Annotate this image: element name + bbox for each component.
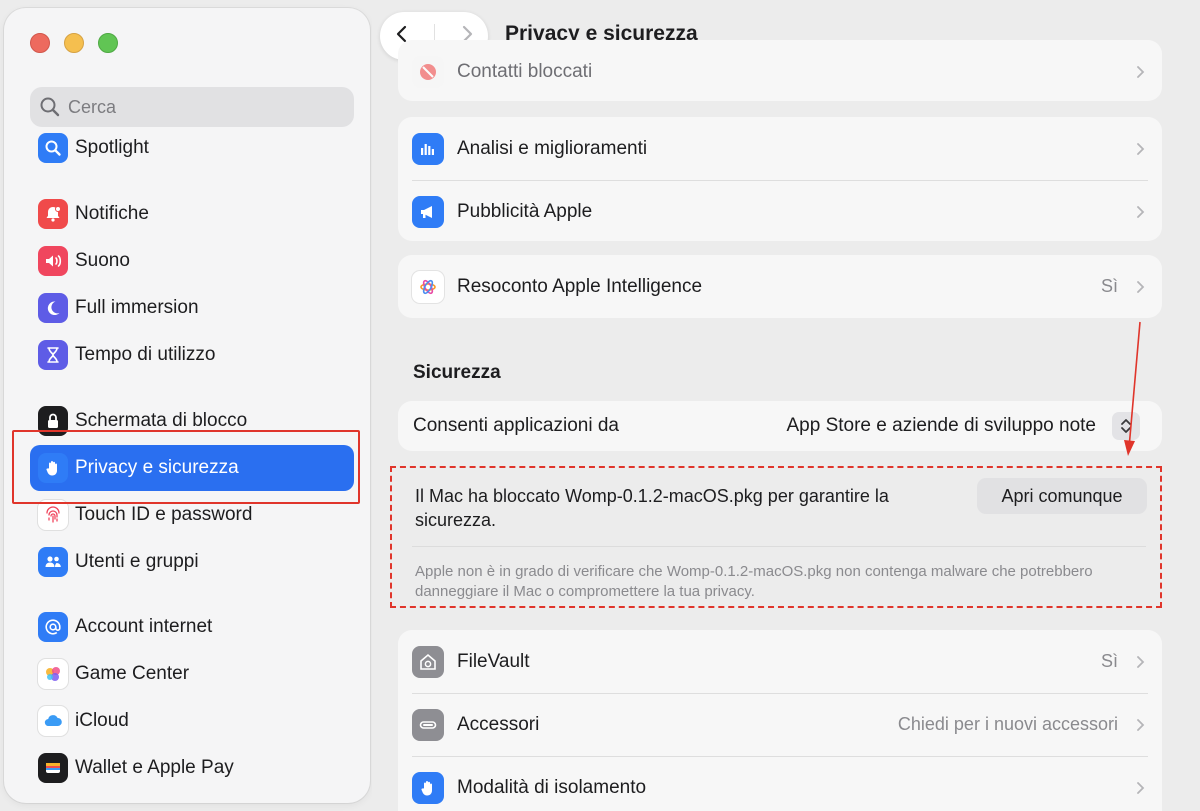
chevron-right-icon: [1137, 65, 1145, 78]
close-button[interactable]: [30, 33, 50, 53]
open-anyway-button[interactable]: Apri comunque: [977, 478, 1147, 514]
search-field[interactable]: [30, 87, 354, 127]
blocked-note: Apple non è in grado di verificare che W…: [415, 563, 1093, 600]
sidebar-item-label: Wallet e Apple Pay: [75, 757, 234, 778]
sidebar-item-screen-time[interactable]: Tempo di utilizzo: [30, 332, 354, 378]
game-center-icon: [38, 659, 68, 689]
blocked-message: Il Mac ha bloccato Womp-0.1.2-macOS.pkg …: [415, 486, 889, 530]
chevron-right-icon: [1137, 781, 1145, 794]
sidebar-item-label: Touch ID e password: [75, 504, 253, 525]
sidebar-item-label: Full immersion: [75, 297, 199, 318]
minimize-button[interactable]: [64, 33, 84, 53]
row-label: Analisi e miglioramenti: [457, 137, 648, 159]
users-icon: [38, 547, 68, 577]
bell-icon: [38, 199, 68, 229]
speaker-icon: [38, 246, 68, 276]
row-label: Contatti bloccati: [457, 60, 593, 82]
wallet-icon: [38, 753, 68, 783]
sidebar-item-label: Spotlight: [75, 137, 149, 158]
row-value: Sì: [1100, 276, 1118, 296]
chevron-right-icon: [1137, 655, 1145, 668]
row-blocked-contacts[interactable]: Contatti bloccati: [398, 40, 1162, 101]
sidebar-item-game-center[interactable]: Game Center: [30, 651, 354, 697]
search-icon: [40, 97, 60, 117]
sidebar-item-label: Suono: [75, 250, 130, 271]
sidebar-item-notifications[interactable]: Notifiche: [30, 191, 354, 237]
hourglass-icon: [38, 340, 68, 370]
sidebar-item-focus[interactable]: Full immersion: [30, 285, 354, 331]
filevault-icon: [412, 645, 444, 678]
allow-apps-select[interactable]: App Store e aziende di sviluppo note: [787, 415, 1097, 437]
row-apple-intelligence-report[interactable]: Resoconto Apple Intelligence Sì: [398, 255, 1162, 318]
allow-apps-label: Consenti applicazioni da: [413, 415, 619, 436]
blocked-icon: [412, 55, 444, 88]
megaphone-icon: [412, 195, 444, 228]
sidebar-item-label: Utenti e gruppi: [75, 551, 199, 572]
sidebar-item-label: iCloud: [75, 710, 129, 731]
allow-apps-from-row[interactable]: Consenti applicazioni da App Store e azi…: [398, 401, 1162, 451]
row-value: Sì: [1100, 651, 1118, 671]
sidebar-item-label: Game Center: [75, 663, 190, 684]
sidebar-item-internet-accounts[interactable]: Account internet: [30, 604, 354, 650]
settings-group: Contatti bloccati: [398, 40, 1162, 101]
row-lockdown-mode[interactable]: Modalità di isolamento: [398, 756, 1162, 811]
divider: [412, 546, 1146, 547]
sidebar-item-users-groups[interactable]: Utenti e gruppi: [30, 539, 354, 585]
sidebar-item-label: Tempo di utilizzo: [75, 344, 216, 365]
sidebar: Spotlight Notifiche Suono Full immersion: [4, 8, 370, 803]
row-label: Accessori: [457, 713, 540, 735]
zoom-button[interactable]: [98, 33, 118, 53]
row-analytics[interactable]: Analisi e miglioramenti: [398, 117, 1162, 180]
chevron-right-icon: [1137, 205, 1145, 218]
chevron-right-icon: [1137, 142, 1145, 155]
search-input[interactable]: [68, 96, 328, 118]
sidebar-item-wallet[interactable]: Wallet e Apple Pay: [30, 745, 354, 791]
row-filevault[interactable]: FileVault Sì: [398, 630, 1162, 693]
sidebar-item-spotlight[interactable]: Spotlight: [30, 125, 354, 171]
intelligence-icon: [412, 270, 444, 303]
spotlight-icon: [38, 133, 68, 163]
chevron-right-icon: [1137, 718, 1145, 731]
settings-group: Resoconto Apple Intelligence Sì: [398, 255, 1162, 318]
settings-group: Analisi e miglioramenti Pubblicità Apple: [398, 117, 1162, 241]
sidebar-item-label: Schermata di blocco: [75, 410, 248, 431]
hand-icon: [412, 771, 444, 804]
section-title-security: Sicurezza: [413, 362, 501, 383]
row-label: FileVault: [457, 650, 530, 672]
blocked-app-notice: Il Mac ha bloccato Womp-0.1.2-macOS.pkg …: [390, 466, 1162, 608]
row-label: Resoconto Apple Intelligence: [457, 275, 703, 297]
row-label: Modalità di isolamento: [457, 776, 647, 798]
chevron-right-icon: [1137, 280, 1145, 293]
row-label: Pubblicità Apple: [457, 200, 593, 222]
window-controls: [30, 33, 118, 53]
main-panel: Privacy e sicurezza Contatti bloccati An…: [372, 0, 1200, 811]
moon-icon: [38, 293, 68, 323]
row-accessories[interactable]: Accessori Chiedi per i nuovi accessori: [398, 693, 1162, 756]
annotation-arrow: [1124, 321, 1141, 456]
row-apple-ads[interactable]: Pubblicità Apple: [398, 180, 1162, 243]
cloud-icon: [38, 706, 68, 736]
fingerprint-icon: [38, 500, 68, 530]
annotation-highlight-box: [12, 430, 360, 504]
row-value: Chiedi per i nuovi accessori: [897, 714, 1118, 734]
at-icon: [38, 612, 68, 642]
settings-window: Spotlight Notifiche Suono Full immersion: [0, 0, 1200, 811]
sidebar-item-icloud[interactable]: iCloud: [30, 698, 354, 744]
sidebar-item-label: Notifiche: [75, 203, 149, 224]
sidebar-item-label: Account internet: [75, 616, 213, 637]
sidebar-item-sound[interactable]: Suono: [30, 238, 354, 284]
settings-group: FileVault Sì Accessori Chiedi per i nuov…: [398, 630, 1162, 811]
accessory-icon: [412, 708, 444, 741]
analytics-icon: [412, 132, 444, 165]
